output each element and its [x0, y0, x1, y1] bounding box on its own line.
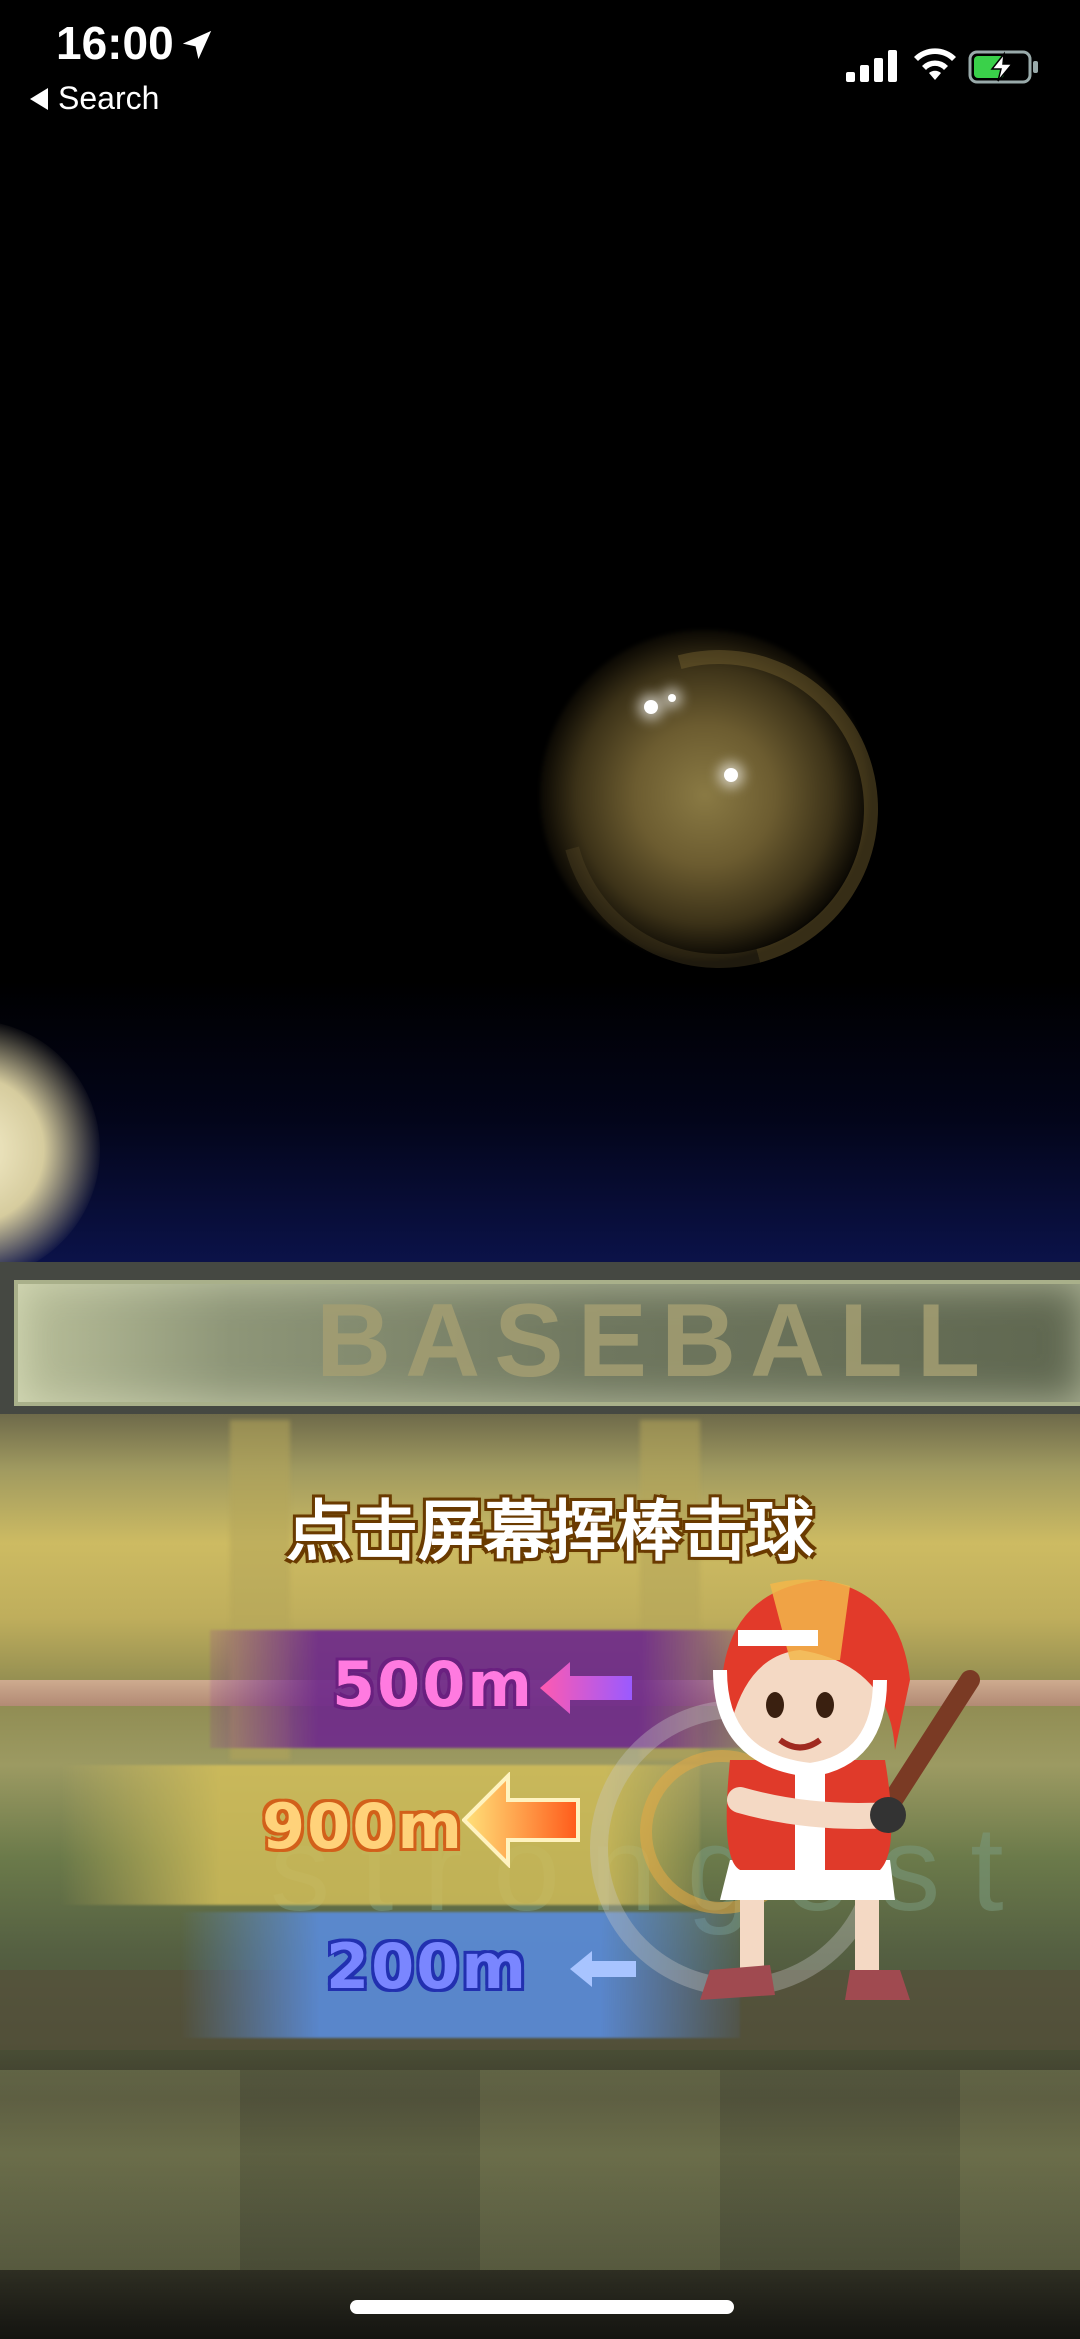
- distance-label-500: 500m: [332, 1648, 535, 1721]
- back-to-search-link[interactable]: Search: [30, 80, 159, 117]
- back-link-label: Search: [58, 80, 160, 116]
- scoreboard-text: BASEBALL: [316, 1283, 995, 1399]
- galaxy-swirl: [501, 591, 937, 1027]
- pink-arrow-icon: [540, 1662, 632, 1714]
- back-arrow-icon: [30, 87, 48, 110]
- distance-label-900: 900m: [262, 1790, 465, 1863]
- battery-charging-icon: [968, 50, 1038, 84]
- status-time: 16:00: [56, 17, 174, 69]
- location-arrow-icon: [182, 30, 212, 60]
- home-indicator[interactable]: [350, 2300, 734, 2314]
- batter-character: [700, 1579, 980, 2000]
- star-sparkle: [668, 694, 676, 702]
- distance-label-200: 200m: [326, 1930, 529, 2003]
- field-stripes: [0, 2070, 1080, 2270]
- star-sparkle: [724, 768, 738, 782]
- star-sparkle: [644, 700, 658, 714]
- signal-icon: [846, 50, 897, 82]
- game-scene[interactable]: 16:00 Search BASEBALL strongest 点击屏幕: [0, 0, 1080, 2339]
- tap-to-swing-instruction: 点击屏幕挥棒击球: [286, 1493, 814, 1570]
- moon-glow: [0, 1020, 100, 1280]
- blue-arrow-icon: [570, 1951, 636, 1987]
- wifi-icon: [914, 48, 956, 80]
- orange-arrow-icon: [462, 1772, 580, 1868]
